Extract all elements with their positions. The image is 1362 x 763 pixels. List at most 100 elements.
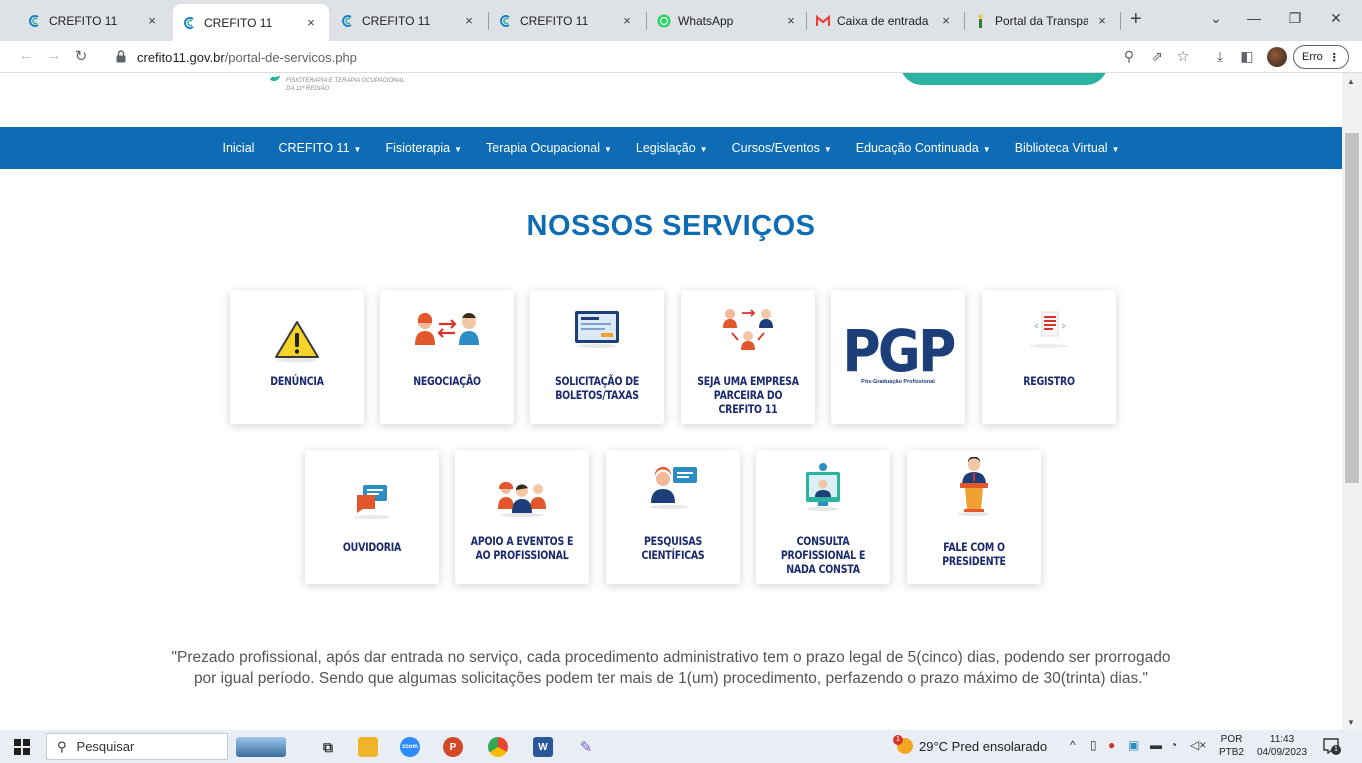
nav-item-cursos-eventos[interactable]: Cursos/Eventos ▼ (732, 141, 832, 155)
forward-arrow-icon[interactable]: → (45, 47, 63, 64)
file-explorer-icon[interactable] (358, 737, 378, 757)
tab-title: CREFITO 11 (204, 15, 273, 30)
gmail-favicon-icon (816, 14, 830, 28)
download-icon[interactable]: ⤓ (1211, 48, 1229, 65)
service-card-denuncia[interactable]: DENÚNCIA (230, 290, 364, 424)
header-action-button[interactable] (900, 73, 1108, 85)
profile-error-label: Erro (1302, 51, 1323, 63)
chrome-icon[interactable] (488, 737, 508, 757)
close-tab-icon[interactable]: × (461, 13, 477, 28)
nav-item-biblioteca-virtual[interactable]: Biblioteca Virtual ▼ (1015, 141, 1120, 155)
close-tab-icon[interactable]: × (303, 15, 319, 30)
nav-item-crefito11[interactable]: CREFITO 11 ▼ (278, 141, 361, 155)
zoom-app-icon[interactable]: zoom (400, 737, 420, 757)
keyboard-language[interactable]: POR PTB2 (1219, 733, 1244, 759)
nav-item-legislacao[interactable]: Legislação ▼ (636, 141, 708, 155)
boleto-icon (530, 298, 664, 360)
tray-app-icon-2[interactable]: ● (1108, 738, 1115, 752)
profile-error-button[interactable]: Erro ⋮ (1293, 45, 1349, 69)
close-tab-icon[interactable]: × (144, 13, 160, 28)
volume-icon[interactable]: ◁× (1190, 738, 1206, 752)
lang-line1: POR (1220, 734, 1243, 745)
notification-center-icon[interactable]: 1 (1322, 737, 1341, 755)
main-navigation: Inicial CREFITO 11 ▼ Fisioterapia ▼ Terapi… (0, 127, 1342, 169)
weather-widget[interactable]: 1 29°C Pred ensolarado (893, 735, 1048, 754)
nav-item-inicial[interactable]: Inicial (222, 141, 254, 155)
close-tab-icon[interactable]: × (783, 13, 799, 28)
service-label: SOLICITAÇÃO DE BOLETOS/TAXAS (554, 374, 640, 402)
bookmark-star-icon[interactable]: ☆ (1174, 48, 1192, 65)
service-card-ouvidoria[interactable]: OUVIDORIA (305, 450, 439, 584)
nav-item-terapia-ocupacional[interactable]: Terapia Ocupacional ▼ (486, 141, 612, 155)
caret-down-icon: ▼ (353, 145, 362, 154)
service-card-pesquisas[interactable]: PESQUISAS CIENTÍFICAS (606, 450, 740, 584)
scroll-down-icon[interactable]: ▼ (1347, 718, 1355, 727)
nav-item-educacao-continuada[interactable]: Educação Continuada ▼ (856, 141, 991, 155)
wifi-icon[interactable]: ◔ (1170, 738, 1177, 752)
logo-subtitle: FISIOTERAPIA E TERAPIA OCUPACIONAL DA 11… (286, 78, 405, 92)
tab-title: Caixa de entrada (1) - (837, 13, 932, 28)
service-card-apoio-eventos[interactable]: APOIO A EVENTOS E AO PROFISSIONAL (455, 450, 589, 584)
battery-icon[interactable]: ▬ (1150, 738, 1162, 752)
close-tab-icon[interactable]: × (619, 13, 635, 28)
service-card-negociacao[interactable]: NEGOCIAÇÃO (380, 290, 514, 424)
browser-tab[interactable]: CREFITO 11 × (18, 4, 170, 37)
service-card-empresa-parceira[interactable]: SEJA UMA EMPRESA PARCEIRA DO CREFITO 11 (681, 290, 815, 424)
profile-avatar[interactable] (1267, 47, 1287, 67)
service-label: PESQUISAS CIENTÍFICAS (641, 534, 705, 562)
windows-start-icon[interactable] (14, 739, 30, 755)
paint-icon[interactable]: ✎ (576, 737, 596, 757)
tray-app-icon[interactable]: ▯ (1090, 738, 1097, 752)
tray-app-icon-3[interactable]: ▣ (1128, 738, 1139, 752)
restore-icon[interactable]: ❐ (1285, 10, 1305, 27)
word-icon[interactable]: W (533, 737, 553, 757)
tab-title: CREFITO 11 (520, 13, 589, 28)
taskbar-search-input[interactable]: ⚲ Pesquisar (46, 733, 228, 760)
side-panel-icon[interactable]: ◧ (1238, 48, 1256, 65)
browser-tab[interactable]: CREFITO 11 × (331, 4, 487, 37)
page-viewport: FISIOTERAPIA E TERAPIA OCUPACIONAL DA 11… (0, 73, 1342, 730)
new-tab-button[interactable]: + (1130, 9, 1142, 29)
close-tab-icon[interactable]: × (1094, 13, 1110, 28)
minimize-icon[interactable]: — (1244, 10, 1264, 26)
close-window-icon[interactable]: ✕ (1326, 10, 1346, 27)
browser-tab-active[interactable]: CREFITO 11 × (173, 4, 329, 41)
weather-text: 29°C Pred ensolarado (919, 738, 1048, 754)
zoom-icon[interactable]: ⚲ (1120, 48, 1138, 65)
browser-tab[interactable]: Caixa de entrada (1) - × (806, 4, 964, 37)
tray-chevron-icon[interactable]: ^ (1070, 738, 1076, 752)
browser-tab-strip: CREFITO 11 × CREFITO 11 × CREFITO 11 × C… (0, 0, 1362, 41)
scrollbar-thumb[interactable] (1345, 133, 1359, 483)
tab-title: Portal da Transparênc (995, 13, 1088, 28)
tab-search-icon[interactable]: ⌄ (1206, 10, 1226, 27)
close-tab-icon[interactable]: × (938, 13, 954, 28)
system-clock[interactable]: 11:43 04/09/2023 (1257, 733, 1307, 759)
lock-icon[interactable] (116, 50, 130, 64)
task-view-icon[interactable]: ⧉ (318, 737, 338, 757)
address-bar[interactable]: crefito11.gov.br/portal-de-servicos.php (100, 44, 1120, 70)
url-text[interactable]: crefito11.gov.br/portal-de-servicos.php (137, 50, 357, 65)
service-card-registro[interactable]: REGISTRO (982, 290, 1116, 424)
service-card-pgp[interactable]: PGP Pós-Graduação Profissional (831, 290, 965, 424)
powerpoint-icon[interactable]: P (443, 737, 463, 757)
search-icon: ⚲ (57, 738, 67, 754)
share-icon[interactable]: ⇗ (1148, 48, 1166, 65)
pgp-logo-subtext: Pós-Graduação Profissional (861, 379, 935, 385)
weather-badge: 1 (893, 735, 903, 745)
pgp-logo-text: PGP (842, 317, 956, 385)
page-scrollbar[interactable]: ▲ ▼ (1342, 73, 1362, 730)
scroll-up-icon[interactable]: ▲ (1347, 77, 1355, 86)
transparency-favicon-icon (974, 14, 988, 28)
service-card-consulta-profissional[interactable]: CONSULTA PROFISSIONAL E NADA CONSTA (756, 450, 890, 584)
news-widget-icon[interactable] (236, 737, 286, 757)
url-path: /portal-de-servicos.php (224, 49, 357, 65)
browser-tab[interactable]: Portal da Transparênc × (964, 4, 1120, 37)
back-arrow-icon[interactable]: ← (17, 47, 35, 64)
nav-item-fisioterapia[interactable]: Fisioterapia ▼ (385, 141, 462, 155)
browser-tab[interactable]: CREFITO 11 × (489, 4, 645, 37)
service-card-boletos[interactable]: SOLICITAÇÃO DE BOLETOS/TAXAS (530, 290, 664, 424)
reload-icon[interactable]: ↻ (72, 47, 90, 65)
partner-network-icon (681, 298, 815, 360)
browser-tab[interactable]: WhatsApp × (647, 4, 809, 37)
service-card-fale-presidente[interactable]: FALE COM O PRESIDENTE (907, 450, 1041, 584)
